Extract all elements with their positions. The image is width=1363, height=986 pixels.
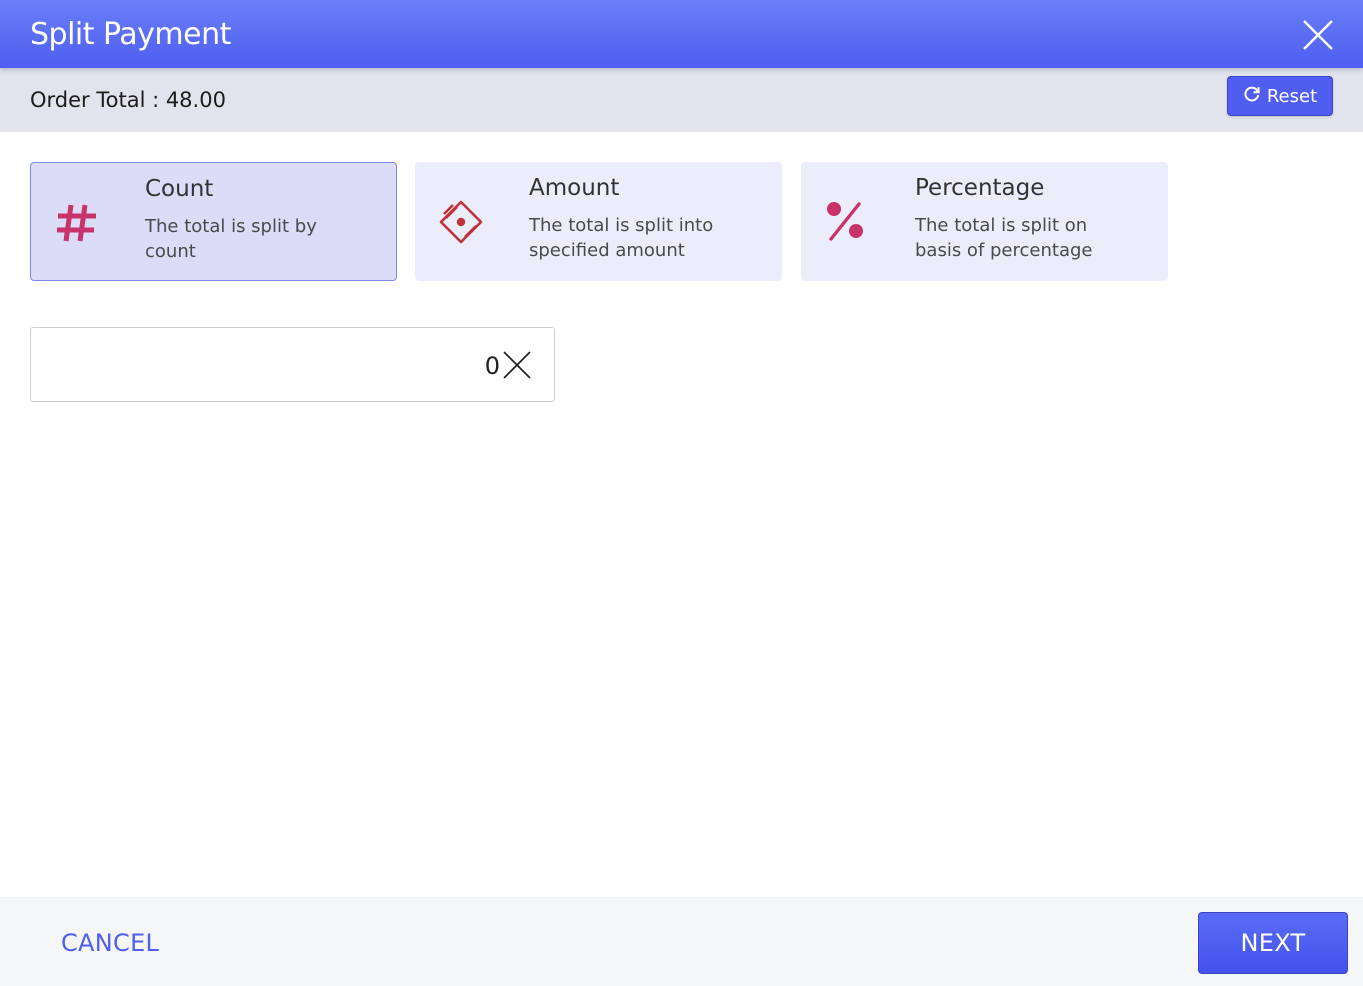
dialog-title: Split Payment xyxy=(30,17,231,52)
reset-button[interactable]: Reset xyxy=(1227,76,1333,116)
refresh-icon xyxy=(1243,85,1261,108)
option-description: The total is split into specified amount xyxy=(529,215,714,261)
order-total-bar: Order Total : 48.00 Reset xyxy=(0,68,1363,132)
next-button[interactable]: NEXT xyxy=(1198,912,1348,974)
percent-icon xyxy=(823,198,871,246)
dialog-footer: CANCEL NEXT xyxy=(0,897,1363,986)
close-icon[interactable] xyxy=(1301,18,1335,52)
dialog-header: Split Payment xyxy=(0,0,1363,68)
option-card-percentage[interactable]: Percentage The total is split on basis o… xyxy=(801,162,1168,281)
clear-icon[interactable] xyxy=(502,350,532,380)
option-description: The total is split on basis of percentag… xyxy=(915,215,1093,261)
option-card-count[interactable]: Count The total is split by count xyxy=(30,162,397,281)
option-title: Percentage xyxy=(915,175,1045,201)
split-payment-dialog: Split Payment Order Total : 48.00 Reset xyxy=(0,0,1363,986)
count-value: 0 xyxy=(484,352,500,380)
order-total-label: Order Total : 48.00 xyxy=(30,88,226,112)
option-description: The total is split by count xyxy=(145,216,317,262)
reset-label: Reset xyxy=(1266,85,1318,107)
cancel-button[interactable]: CANCEL xyxy=(61,928,159,958)
hash-icon xyxy=(53,199,101,247)
count-input[interactable]: 0 xyxy=(30,327,555,402)
cash-icon xyxy=(437,198,485,246)
option-title: Amount xyxy=(529,175,620,201)
option-title: Count xyxy=(145,176,214,202)
option-card-amount[interactable]: Amount The total is split into specified… xyxy=(415,162,782,281)
